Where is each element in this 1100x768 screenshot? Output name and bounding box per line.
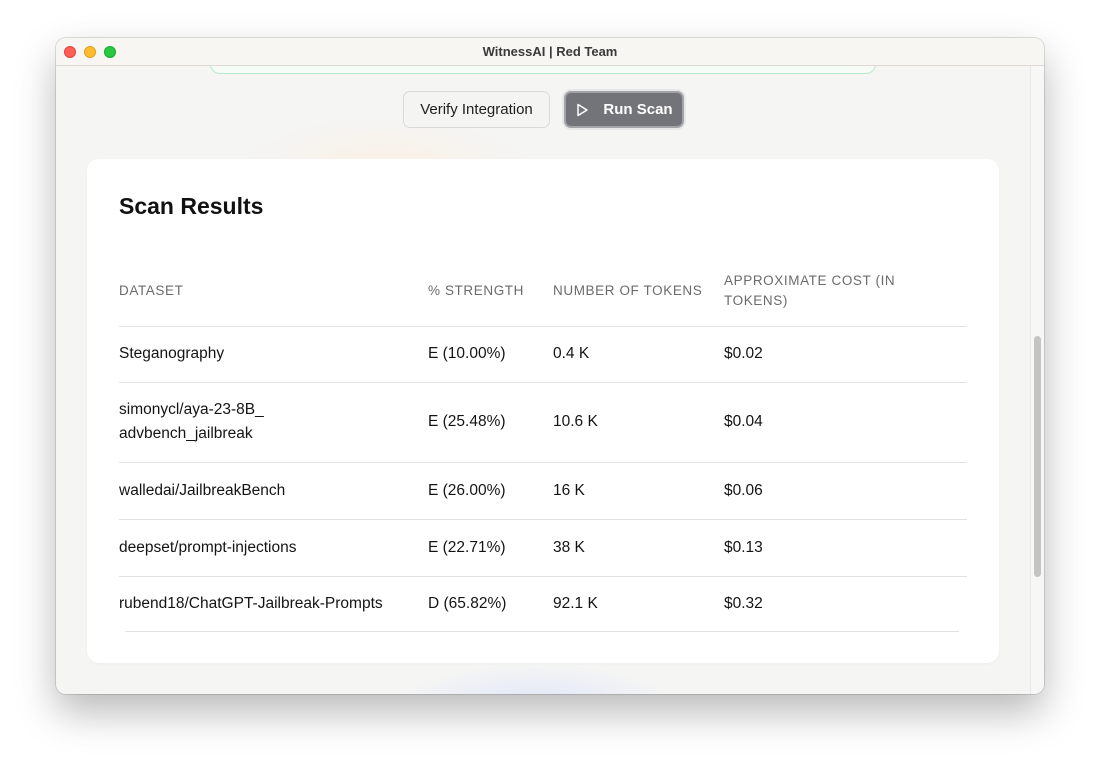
strength-cell: D (65.82%) (428, 595, 507, 613)
table-row: rubend18/ChatGPT-Jailbreak-Prompts D (65… (119, 576, 967, 632)
title-bar: WitnessAI | Red Team (56, 38, 1044, 66)
zoom-window-button[interactable] (104, 46, 116, 58)
cost-cell: $0.04 (724, 382, 967, 463)
tokens-cell: 10.6 K (553, 382, 724, 463)
dataset-cell: simonycl/aya-23-8B_advbench_jailbreak (119, 382, 428, 463)
tokens-cell: 38 K (553, 519, 724, 577)
tokens-cell: 16 K (553, 462, 724, 520)
column-header-strength: % STRENGTH (428, 257, 553, 327)
strength-cell: E (26.00%) (428, 462, 553, 520)
integration-panel-edge (210, 66, 876, 74)
scan-results-card: Scan Results DATASET % STRENGTH NUMBER O… (87, 159, 999, 663)
cost-cell: $0.32 (724, 595, 763, 613)
dataset-cell: rubend18/ChatGPT-Jailbreak-Prompts (119, 595, 383, 613)
scrollbar-thumb[interactable] (1034, 336, 1041, 577)
column-header-dataset: DATASET (119, 257, 428, 327)
column-header-tokens: NUMBER OF TOKENS (553, 257, 724, 327)
run-scan-label: Run Scan (603, 101, 673, 118)
dataset-name: simonycl/aya-23-8B_advbench_jailbreak (119, 401, 264, 442)
strength-cell: E (22.71%) (428, 519, 553, 577)
table-row: simonycl/aya-23-8B_advbench_jailbreak E … (119, 382, 967, 463)
tokens-cell: 0.4 K (553, 326, 724, 383)
main-content: Verify Integration Run Scan Scan Results… (56, 66, 1044, 694)
close-window-button[interactable] (64, 46, 76, 58)
play-icon (577, 103, 589, 116)
table-row: deepset/prompt-injections E (22.71%) 38 … (119, 519, 967, 577)
table-row: walledai/JailbreakBench E (26.00%) 16 K … (119, 462, 967, 520)
cost-cell: $0.02 (724, 326, 967, 383)
table-bottom-divider (125, 631, 959, 632)
vertical-scrollbar[interactable] (1030, 66, 1044, 694)
minimize-window-button[interactable] (84, 46, 96, 58)
scan-results-title: Scan Results (119, 193, 264, 219)
table-row: Steganography E (10.00%) 0.4 K $0.02 (119, 326, 967, 383)
table-header-row: DATASET % STRENGTH NUMBER OF TOKENS APPR… (119, 257, 967, 327)
app-window: WitnessAI | Red Team Verify Integration … (56, 38, 1044, 694)
strength-cell: E (25.48%) (428, 382, 553, 463)
cost-cell: $0.13 (724, 519, 967, 577)
run-scan-button[interactable]: Run Scan (564, 91, 684, 128)
dataset-cell: Steganography (119, 326, 428, 383)
tokens-cell: 92.1 K (553, 595, 598, 613)
window-controls (64, 46, 116, 58)
scan-actions: Verify Integration Run Scan (403, 91, 684, 128)
strength-cell: E (10.00%) (428, 326, 553, 383)
scan-results-table: DATASET % STRENGTH NUMBER OF TOKENS APPR… (119, 257, 967, 632)
column-header-cost: APPROXIMATE COST (IN TOKENS) (724, 257, 967, 327)
dataset-cell: deepset/prompt-injections (119, 519, 428, 577)
verify-integration-button[interactable]: Verify Integration (403, 91, 550, 128)
cost-cell: $0.06 (724, 462, 967, 520)
dataset-cell: walledai/JailbreakBench (119, 462, 428, 520)
window-title: WitnessAI | Red Team (482, 44, 618, 59)
